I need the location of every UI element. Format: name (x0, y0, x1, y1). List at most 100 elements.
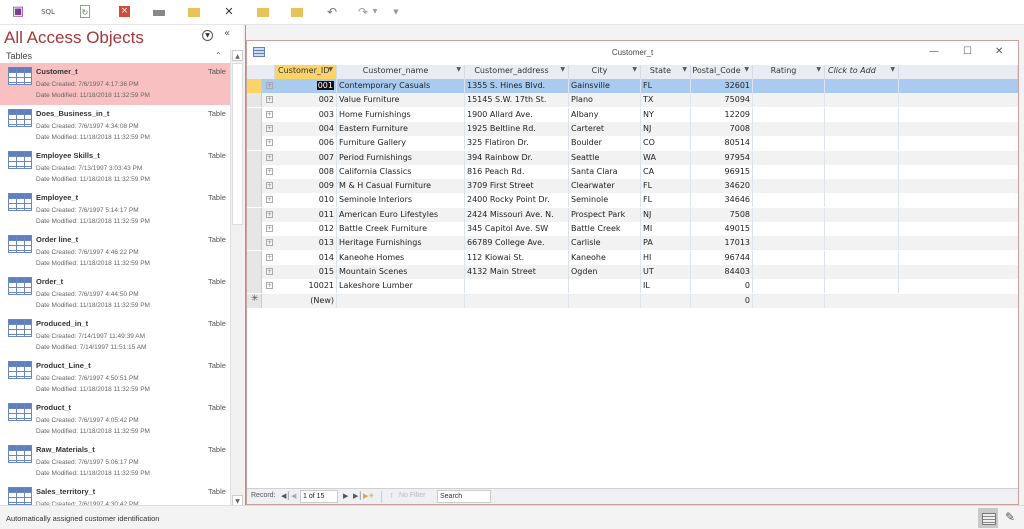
table-cell[interactable] (825, 150, 899, 165)
table-cell[interactable] (465, 293, 569, 308)
table-cell[interactable]: Prospect Park (569, 207, 641, 222)
table-cell[interactable]: American Euro Lifestyles (337, 207, 465, 222)
table-row[interactable]: +013 Heritage Furnishings 66789 College Av… (247, 236, 1018, 251)
nav-item[interactable]: Order_t Table Date Created: 7/6/1997 4:44:… (0, 273, 230, 315)
close-icon[interactable]: ✕ (995, 46, 1003, 57)
table-cell[interactable]: 394 Rainbow Dr. (465, 150, 569, 165)
column-header[interactable]: Postal_Code ▼ (691, 65, 753, 79)
table-cell[interactable]: 112 Kiowai St. (465, 250, 569, 265)
table-cell[interactable]: 011 (275, 207, 337, 222)
table-cell[interactable]: 12209 (691, 107, 753, 122)
record-selector[interactable] (247, 250, 262, 265)
table-cell[interactable] (753, 136, 825, 151)
table-cell[interactable] (753, 279, 825, 294)
expand-subdatasheet-icon[interactable]: + (266, 167, 273, 175)
table-cell[interactable]: Seattle (569, 150, 641, 165)
table-cell[interactable]: 1355 S. Hines Blvd. (465, 79, 569, 93)
nav-item[interactable]: Produced_in_t Table Date Created: 7/14/199… (0, 315, 230, 357)
table-cell[interactable]: Heritage Furnishings (337, 236, 465, 251)
table-cell[interactable]: Boulder (569, 136, 641, 151)
table-cell[interactable]: 2424 Missouri Ave. N. (465, 207, 569, 222)
table-cell[interactable]: MI (641, 222, 691, 236)
table-cell[interactable]: NJ (641, 207, 691, 222)
table-cell[interactable]: FL (641, 193, 691, 208)
column-header[interactable]: Customer_address ▼ (465, 65, 569, 79)
nav-item[interactable]: Employee_t Table Date Created: 7/6/1997 5:… (0, 189, 230, 231)
nav-item[interactable]: Product_t Table Date Created: 7/6/1997 4:0… (0, 399, 230, 441)
nav-item[interactable]: Order line_t Table Date Created: 7/6/1997 … (0, 231, 230, 273)
toggle-icon[interactable] (153, 10, 165, 16)
expand-subdatasheet-icon[interactable]: + (266, 225, 273, 232)
table-cell[interactable] (753, 107, 825, 122)
refresh-icon[interactable]: ↻ (80, 5, 90, 18)
table-cell[interactable]: Lakeshore Lumber (337, 279, 465, 294)
nav-item[interactable]: Raw_Materials_t Table Date Created: 7/6/19… (0, 441, 230, 483)
sort-filter-dropdown-icon[interactable]: ▼ (744, 66, 749, 73)
sort-filter-dropdown-icon[interactable]: ▼ (560, 66, 565, 73)
record-selector[interactable] (247, 236, 262, 251)
record-selector[interactable] (247, 79, 262, 93)
table-row[interactable]: +002 Value Furniture 15145 S.W. 17th St. Pl… (247, 93, 1018, 108)
table-row[interactable]: +003 Home Furnishings 1900 Allard Ave. Alba… (247, 107, 1018, 122)
table-cell[interactable]: 4132 Main Street (465, 264, 569, 279)
column-header[interactable]: Rating ▼ (753, 65, 825, 79)
table-cell[interactable] (825, 121, 899, 136)
close-object-icon[interactable]: × (119, 6, 130, 17)
table-cell[interactable]: 1925 Beltline Rd. (465, 121, 569, 136)
column-header[interactable]: Click to Add ▼ (825, 65, 899, 79)
table-cell[interactable]: TX (641, 93, 691, 108)
table-cell[interactable]: Plano (569, 93, 641, 108)
expand-subdatasheet-icon[interactable]: + (266, 210, 273, 218)
table-cell[interactable] (753, 179, 825, 194)
table-cell[interactable] (753, 93, 825, 108)
table-cell[interactable] (825, 179, 899, 194)
table-cell[interactable]: Period Furnishings (337, 150, 465, 165)
table-cell[interactable] (825, 79, 899, 93)
nav-menu-icon[interactable]: ▼ (202, 30, 213, 41)
table-cell[interactable] (753, 193, 825, 208)
table-cell[interactable]: CA (641, 164, 691, 179)
table-cell[interactable]: 7508 (691, 207, 753, 222)
table-cell[interactable]: Mountain Scenes (337, 264, 465, 279)
folder-icon[interactable] (188, 8, 200, 17)
table-cell[interactable]: Kaneohe Homes (337, 250, 465, 265)
table-cell[interactable] (753, 250, 825, 265)
next-record-icon[interactable]: ▶ (343, 492, 348, 500)
table-row[interactable]: +014 Kaneohe Homes 112 Kiowai St. Kaneohe HI… (247, 250, 1018, 265)
expand-subdatasheet-icon[interactable]: + (266, 196, 273, 204)
table-cell[interactable]: 012 (275, 222, 337, 236)
record-selector[interactable] (247, 93, 262, 108)
table-cell[interactable]: FL (641, 79, 691, 93)
table-cell[interactable] (825, 250, 899, 265)
sort-filter-dropdown-icon[interactable]: ▼ (328, 66, 333, 73)
table-cell[interactable] (753, 293, 825, 308)
table-cell[interactable] (825, 136, 899, 151)
table-cell[interactable]: Battle Creek (569, 222, 641, 236)
sort-filter-dropdown-icon[interactable]: ▼ (456, 66, 461, 73)
table-cell[interactable]: 34646 (691, 193, 753, 208)
save-icon[interactable]: ▣ (11, 5, 25, 19)
table-cell[interactable]: CO (641, 136, 691, 151)
table-cell[interactable]: 17013 (691, 236, 753, 251)
table-cell[interactable]: Furniture Gallery (337, 136, 465, 151)
expand-subdatasheet-icon[interactable]: + (266, 124, 273, 132)
sort-filter-dropdown-icon[interactable]: ▼ (632, 66, 637, 73)
table-row[interactable]: +015 Mountain Scenes 4132 Main Street Ogden… (247, 264, 1018, 279)
column-header[interactable]: State ▼ (641, 65, 691, 79)
table-cell[interactable]: 1900 Allard Ave. (465, 107, 569, 122)
table-cell[interactable]: Seminole (569, 193, 641, 208)
table-cell[interactable]: 15145 S.W. 17th St. (465, 93, 569, 108)
scroll-thumb[interactable] (232, 63, 243, 225)
table-row[interactable]: +001 Contemporary Casuals 1355 S. Hines Bl… (247, 79, 1018, 93)
table-cell[interactable]: 80514 (691, 136, 753, 151)
nav-item[interactable]: Does_Business_in_t Table Date Created: 7/6… (0, 105, 230, 147)
record-selector[interactable] (247, 264, 262, 279)
select-all-corner[interactable] (247, 65, 275, 79)
table-cell[interactable] (753, 264, 825, 279)
table-row[interactable]: +10021 Lakeshore Lumber IL 0 (247, 279, 1018, 294)
table-row[interactable]: +004 Eastern Furniture 1925 Beltline Rd. Ca… (247, 121, 1018, 136)
table-cell[interactable] (825, 279, 899, 294)
table-cell[interactable]: 84403 (691, 264, 753, 279)
table-cell[interactable]: Value Furniture (337, 93, 465, 108)
last-record-icon[interactable]: ▶│ (353, 492, 363, 500)
